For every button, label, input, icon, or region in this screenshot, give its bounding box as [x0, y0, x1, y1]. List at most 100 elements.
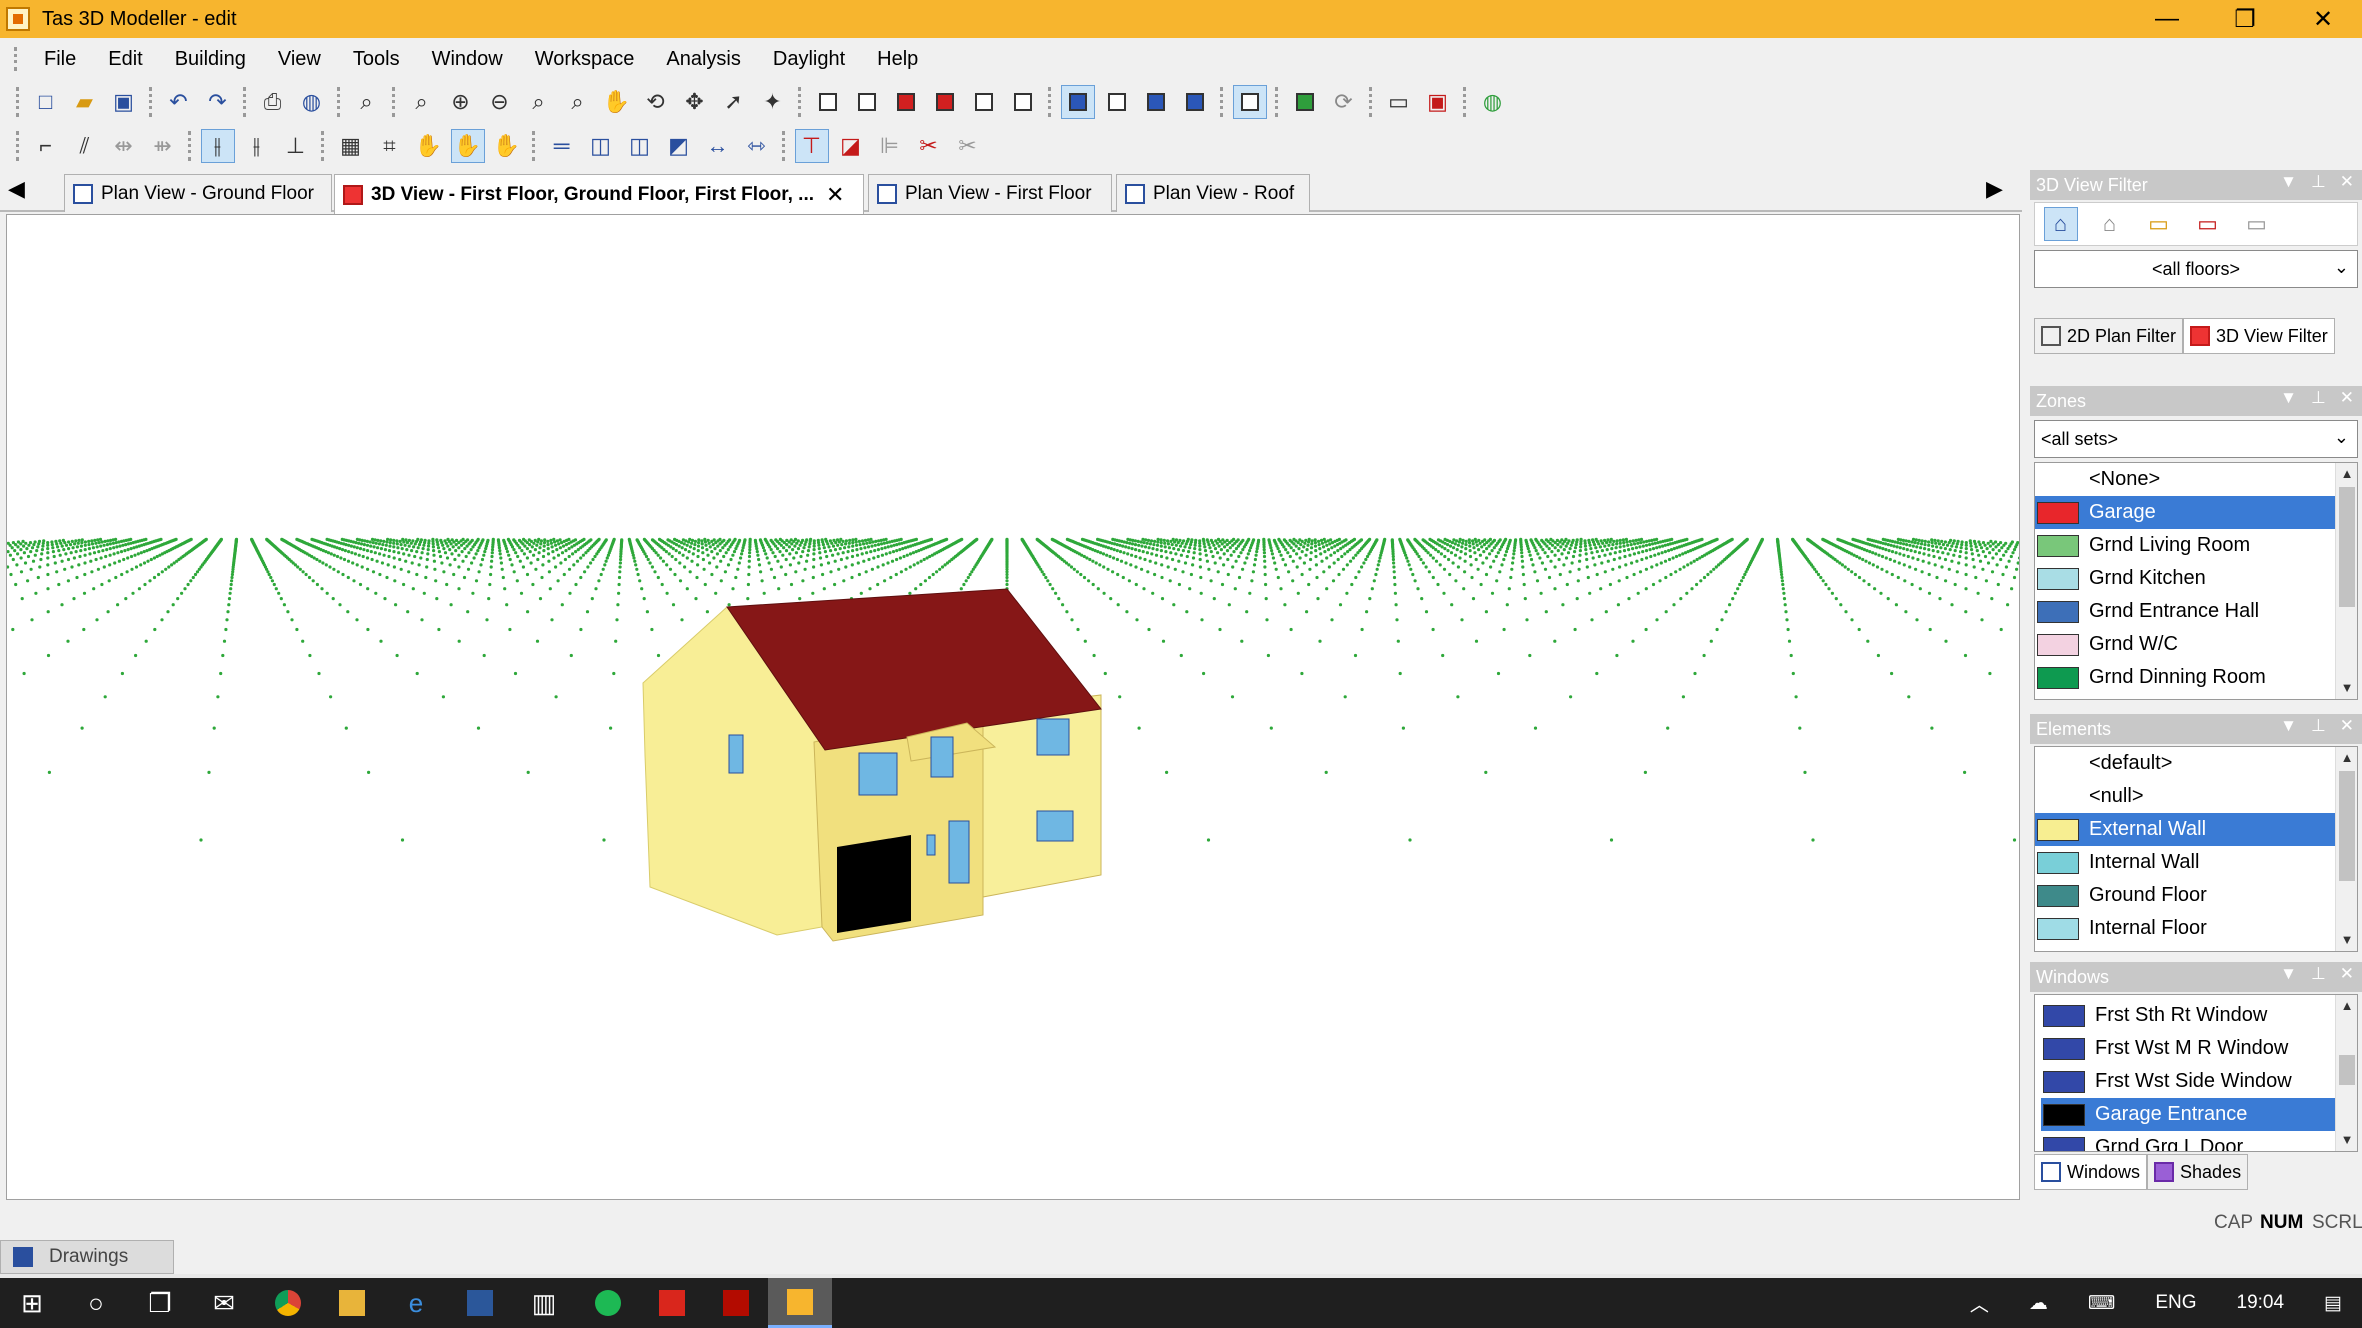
- snap-grid-icon[interactable]: ⌗: [373, 129, 407, 163]
- place-door-icon[interactable]: ◫: [623, 129, 657, 163]
- filter-buildings-icon[interactable]: ⌂: [2043, 207, 2078, 241]
- zone-list-item[interactable]: Grnd Dinning Room: [2035, 661, 2357, 694]
- tab-windows[interactable]: Windows: [2034, 1154, 2148, 1190]
- menu-edit[interactable]: Edit: [92, 48, 158, 71]
- window-layout-icon[interactable]: ▭: [1382, 85, 1416, 119]
- refresh-icon[interactable]: ⟳: [1327, 85, 1361, 119]
- align-icon[interactable]: ⊫: [873, 129, 907, 163]
- tab-plan-roof[interactable]: Plan View - Roof: [1116, 174, 1310, 212]
- panel-close-icon[interactable]: ✕: [2340, 964, 2354, 984]
- window-list-item[interactable]: Frst Sth Rt Window: [2041, 999, 2357, 1032]
- hand-edit-icon[interactable]: ✋: [490, 129, 524, 163]
- scroll-thumb[interactable]: [2339, 487, 2355, 607]
- pick-window-icon[interactable]: ◪: [834, 129, 868, 163]
- filter-shades-icon[interactable]: ▭: [2191, 207, 2225, 241]
- render-icon[interactable]: [1288, 85, 1322, 119]
- tool-grey-icon[interactable]: ✂: [951, 129, 985, 163]
- panel-dropdown-icon[interactable]: ▼: [2280, 172, 2297, 192]
- windows-scrollbar[interactable]: ▲ ▼: [2335, 995, 2357, 1151]
- view-right-icon[interactable]: [928, 85, 962, 119]
- zone-list-item[interactable]: Grnd Living Room: [2035, 529, 2357, 562]
- grid-icon[interactable]: ▦: [334, 129, 368, 163]
- clock[interactable]: 19:04: [2237, 1292, 2285, 1314]
- scroll-up-icon[interactable]: ▲: [2336, 995, 2357, 1017]
- transparency-icon[interactable]: [1232, 85, 1267, 119]
- menu-building[interactable]: Building: [159, 48, 262, 71]
- snap-perpendicular-icon[interactable]: ⊥: [279, 129, 313, 163]
- snap-parallel-icon[interactable]: ⫲: [240, 129, 274, 163]
- new-file-icon[interactable]: □: [29, 85, 63, 119]
- menu-file[interactable]: File: [28, 48, 92, 71]
- element-list-item[interactable]: External Wall: [2035, 813, 2357, 846]
- hand-grid-icon[interactable]: ✋: [412, 129, 446, 163]
- rotate-icon[interactable]: ⟲: [639, 85, 673, 119]
- filter-hidden-icon[interactable]: ▭: [2240, 207, 2274, 241]
- word-icon[interactable]: [448, 1278, 512, 1328]
- 3d-viewport[interactable]: [6, 214, 2020, 1200]
- zone-list-item[interactable]: Garage: [2035, 496, 2357, 529]
- export-globe-icon[interactable]: ◍: [1476, 85, 1510, 119]
- window-close-icon[interactable]: ▣: [1421, 85, 1455, 119]
- print-icon[interactable]: ⎙: [256, 85, 290, 119]
- zone-set-select[interactable]: <all sets> ⌄: [2034, 420, 2358, 458]
- element-list-item[interactable]: Internal Wall: [2035, 846, 2357, 879]
- place-window-icon[interactable]: ◫: [584, 129, 618, 163]
- open-folder-icon[interactable]: ▰: [68, 85, 102, 119]
- acrobat-reader-icon[interactable]: [704, 1278, 768, 1328]
- zoom-window-icon[interactable]: ⌕: [522, 85, 556, 119]
- scroll-down-icon[interactable]: ▼: [2336, 929, 2357, 951]
- join-line-icon[interactable]: ⇹: [107, 129, 141, 163]
- tab-2d-plan-filter[interactable]: 2D Plan Filter: [2034, 318, 2184, 354]
- close-button[interactable]: ✕: [2284, 0, 2362, 38]
- edge-icon[interactable]: e: [384, 1278, 448, 1328]
- view-bottom-icon[interactable]: [1006, 85, 1040, 119]
- save-icon[interactable]: ▣: [107, 85, 141, 119]
- notifications-icon[interactable]: ▤: [2324, 1292, 2342, 1315]
- chrome-icon[interactable]: [256, 1278, 320, 1328]
- start-windows-icon[interactable]: ⊞: [0, 1278, 64, 1328]
- pick-arrow-icon[interactable]: ➚: [717, 85, 751, 119]
- iso-view-2-icon[interactable]: [1100, 85, 1134, 119]
- tab-shades[interactable]: Shades: [2147, 1154, 2249, 1190]
- panel-pin-icon[interactable]: ⊥: [2311, 964, 2326, 984]
- window-list-item[interactable]: Garage Entrance: [2041, 1098, 2357, 1131]
- panel-dropdown-icon[interactable]: ▼: [2280, 388, 2297, 408]
- iso-view-1-icon[interactable]: [1060, 85, 1095, 119]
- element-list-item[interactable]: Internal Floor: [2035, 912, 2357, 945]
- split-line-icon[interactable]: ⫽: [68, 129, 102, 163]
- orbit-icon[interactable]: ✥: [678, 85, 712, 119]
- 3d-scene[interactable]: [7, 215, 2020, 1200]
- menu-daylight[interactable]: Daylight: [757, 48, 861, 71]
- place-shade-icon[interactable]: ◩: [662, 129, 696, 163]
- zone-list-item[interactable]: Grnd Entrance Hall: [2035, 595, 2357, 628]
- file-explorer-icon[interactable]: [320, 1278, 384, 1328]
- scroll-down-icon[interactable]: ▼: [2336, 677, 2357, 699]
- tab-plan-first-floor[interactable]: Plan View - First Floor: [868, 174, 1112, 212]
- panel-pin-icon[interactable]: ⊥: [2311, 388, 2326, 408]
- search-circle-icon[interactable]: ○: [64, 1278, 128, 1328]
- panel-pin-icon[interactable]: ⊥: [2311, 716, 2326, 736]
- window-list-item[interactable]: Frst Wst M R Window: [2041, 1032, 2357, 1065]
- zone-list-item[interactable]: Grnd W/C: [2035, 628, 2357, 661]
- scroll-up-icon[interactable]: ▲: [2336, 747, 2357, 769]
- tabs-prev-arrow[interactable]: ◀: [8, 176, 25, 202]
- view-top-icon[interactable]: [967, 85, 1001, 119]
- menu-help[interactable]: Help: [861, 48, 934, 71]
- dimension-icon[interactable]: ↔: [701, 129, 735, 163]
- scroll-thumb[interactable]: [2339, 1055, 2355, 1085]
- panel-pin-icon[interactable]: ⊥: [2311, 172, 2326, 192]
- filter-elements-icon[interactable]: ⌂: [2093, 207, 2127, 241]
- window-list-item[interactable]: Frst Wst Side Window: [2041, 1065, 2357, 1098]
- zoom-icon[interactable]: ⌕: [405, 85, 439, 119]
- panel-close-icon[interactable]: ✕: [2340, 172, 2354, 192]
- keyboard-icon[interactable]: ⌨: [2088, 1292, 2115, 1315]
- globe-icon[interactable]: ◍: [295, 85, 329, 119]
- element-list-item[interactable]: <null>: [2035, 780, 2357, 813]
- menu-analysis[interactable]: Analysis: [650, 48, 756, 71]
- tab-plan-ground-floor[interactable]: Plan View - Ground Floor: [64, 174, 332, 212]
- tool-red-icon[interactable]: ✂: [912, 129, 946, 163]
- break-dimension-icon[interactable]: ⇿: [740, 129, 774, 163]
- element-list-item[interactable]: Ground Floor: [2035, 879, 2357, 912]
- elements-scrollbar[interactable]: ▲ ▼: [2335, 747, 2357, 951]
- view-back-icon[interactable]: [850, 85, 884, 119]
